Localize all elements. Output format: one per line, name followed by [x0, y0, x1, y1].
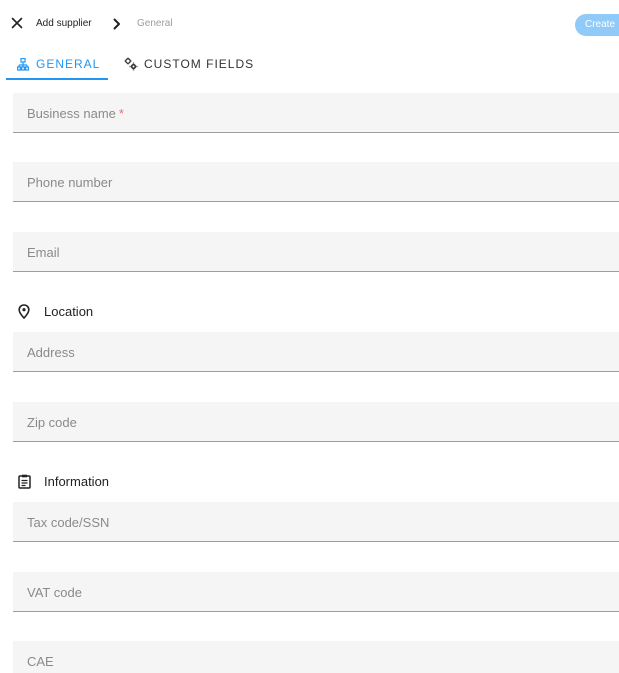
tab-custom-fields[interactable]: CUSTOM FIELDS: [124, 50, 260, 78]
breadcrumb-add-supplier[interactable]: Add supplier: [36, 18, 92, 30]
required-mark: *: [118, 106, 124, 121]
address-placeholder: Address: [27, 345, 75, 360]
tax-code-field[interactable]: Tax code/SSN: [13, 502, 619, 542]
tab-custom-fields-label: CUSTOM FIELDS: [144, 57, 255, 71]
email-placeholder: Email: [27, 245, 60, 260]
add-supplier-page: Add supplier General Create GENERAL CUST…: [0, 0, 619, 673]
phone-number-field[interactable]: Phone number: [13, 162, 619, 202]
chevron-right-icon: [113, 18, 120, 30]
phone-number-placeholder: Phone number: [27, 175, 113, 190]
location-title: Location: [44, 303, 94, 319]
address-field[interactable]: Address: [13, 332, 619, 372]
vat-code-placeholder: VAT code: [27, 585, 82, 600]
create-button[interactable]: Create: [575, 14, 619, 36]
map-pin-icon: [17, 303, 31, 319]
sitemap-icon: [16, 57, 30, 71]
tab-bar: GENERAL CUSTOM FIELDS: [0, 50, 619, 80]
information-section-header: Information: [17, 472, 109, 490]
business-name-placeholder: Business name *: [27, 106, 124, 121]
close-button[interactable]: [10, 16, 24, 30]
cae-field[interactable]: CAE: [13, 641, 619, 673]
top-bar: Add supplier General Create: [0, 0, 619, 48]
vat-code-field[interactable]: VAT code: [13, 572, 619, 612]
tax-code-placeholder: Tax code/SSN: [27, 515, 110, 530]
cogs-icon: [124, 57, 138, 71]
business-name-field[interactable]: Business name *: [13, 93, 619, 133]
clipboard-icon: [17, 473, 31, 489]
cae-placeholder: CAE: [27, 654, 54, 669]
breadcrumb-general: General: [137, 18, 173, 29]
zip-code-field[interactable]: Zip code: [13, 402, 619, 442]
business-name-label: Business name: [27, 106, 116, 121]
zip-code-placeholder: Zip code: [27, 415, 77, 430]
information-title: Information: [44, 473, 110, 489]
email-field[interactable]: Email: [13, 232, 619, 272]
tab-general[interactable]: GENERAL: [6, 50, 109, 80]
tab-general-label: GENERAL: [36, 57, 101, 71]
location-section-header: Location: [17, 302, 93, 320]
close-icon: [11, 17, 23, 29]
